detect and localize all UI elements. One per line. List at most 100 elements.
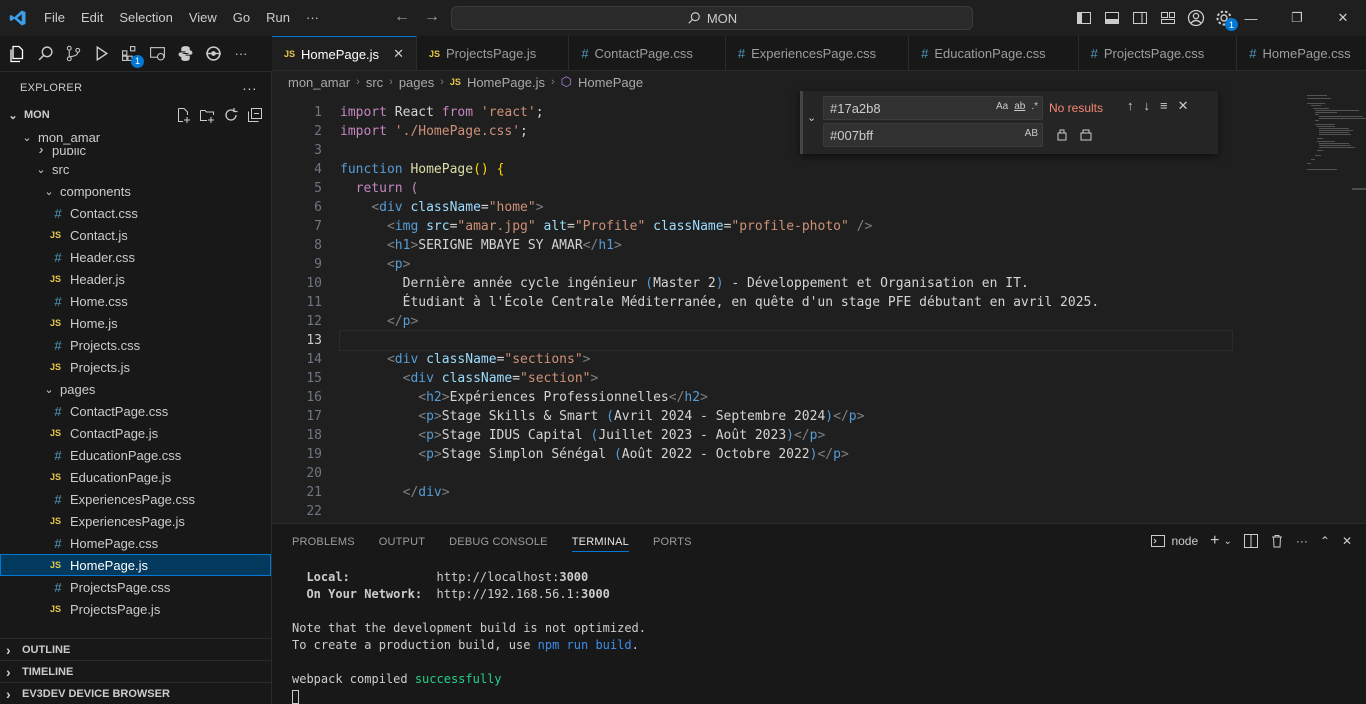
code-line[interactable]: function HomePage() { [340,160,1240,179]
close-find-icon[interactable]: ✕ [1178,98,1189,114]
editor-tab[interactable]: JS HomePage.js ✕ [272,36,417,70]
replace-input[interactable]: #007bff AB [823,123,1043,147]
replace-icon[interactable] [1055,127,1069,141]
find-input[interactable]: #17a2b8 Aa ab .* [823,96,1043,120]
close-tab-icon[interactable]: ✕ [393,46,404,62]
more-actions-icon[interactable]: ··· [1296,534,1308,548]
menu-item[interactable]: Selection [111,0,180,36]
code-line[interactable]: <div className="home"> [340,198,1240,217]
maximize-panel-icon[interactable]: ⌃ [1320,534,1330,548]
editor-tab[interactable]: JS ProjectsPage.js [417,36,570,70]
code-line[interactable] [340,464,1240,483]
panel-tab[interactable]: DEBUG CONSOLE [449,524,548,560]
extensions-icon[interactable]: 1 [118,43,144,68]
editor-tab[interactable]: # ProjectsPage.css [1079,36,1238,70]
new-folder-icon[interactable] [199,107,215,123]
file-item[interactable]: # Header.css [0,246,271,268]
breadcrumb-item[interactable]: pages [399,75,434,90]
run-debug-icon[interactable] [90,43,112,65]
code-editor[interactable]: 1 2 3 4 5 6 7 8 9 10 11 12 13 14 15 16 17 18 19 20 21 22 impo… [272,93,1366,523]
code-line[interactable] [339,330,1233,351]
folder-item[interactable]: ⌄ components [0,180,271,202]
find-in-selection-icon[interactable]: ≡ [1160,98,1168,114]
file-item[interactable]: # ExperiencesPage.css [0,488,271,510]
chevron-down-icon[interactable]: ⌄ [1223,536,1231,547]
breadcrumb-item[interactable]: HomePage.js [467,75,545,90]
new-file-icon[interactable] [175,107,191,123]
match-case-icon[interactable]: Aa [996,101,1008,112]
use-regex-icon[interactable]: .* [1031,101,1038,112]
editor-tab[interactable]: # HomePage.css [1237,36,1366,70]
breadcrumb-item[interactable]: HomePage [578,75,643,90]
split-terminal-icon[interactable] [1243,534,1258,548]
panel-tab[interactable]: PROBLEMS [292,524,355,560]
code-line[interactable]: Dernière année cycle ingénieur (Master 2… [340,274,1240,293]
code-line[interactable]: <h2>Expériences Professionnelles</h2> [340,388,1240,407]
file-item[interactable]: # Home.css [0,290,271,312]
file-item[interactable]: JS Contact.js [0,224,271,246]
close-panel-icon[interactable]: ✕ [1342,534,1352,548]
network-url[interactable]: http://192.168.56.1: [437,587,582,601]
code-line[interactable]: </p> [340,312,1240,331]
account-icon[interactable] [1186,8,1206,28]
menu-item[interactable]: ··· [298,0,327,36]
folder-item[interactable]: ⌄ pages [0,378,271,400]
minimap[interactable] [1242,93,1366,523]
file-item[interactable]: # ProjectsPage.css [0,576,271,598]
code-line[interactable]: Étudiant à l'École Centrale Méditerranée… [340,293,1240,312]
terminal-output[interactable]: Local: http://localhost:3000 On Your Net… [292,569,646,704]
folder-item[interactable]: ⌄ mon_amar [0,126,271,148]
editor-tab[interactable]: # ExperiencesPage.css [726,36,910,70]
panel-tab[interactable]: PORTS [653,524,692,560]
breadcrumb-item[interactable]: mon_amar [288,75,350,90]
close-window-icon[interactable]: ✕ [1320,0,1366,36]
explorer-icon[interactable] [6,43,28,65]
file-item[interactable]: JS ExperiencesPage.js [0,510,271,532]
sidebar-section[interactable]: › OUTLINE [0,638,271,660]
command-center[interactable]: MON [451,6,973,30]
file-item[interactable]: JS EducationPage.js [0,466,271,488]
file-item[interactable]: # ContactPage.css [0,400,271,422]
breadcrumb-item[interactable]: src [366,75,383,90]
previous-match-icon[interactable]: ↑ [1127,98,1134,114]
toggle-secondary-sidebar-icon[interactable] [1130,8,1150,28]
code-line[interactable]: <h1>SERIGNE MBAYE SY AMAR</h1> [340,236,1240,255]
code-line[interactable]: <p> [340,255,1240,274]
refresh-icon[interactable] [223,107,239,123]
toggle-panel-icon[interactable] [1102,8,1122,28]
menu-item[interactable]: File [36,0,73,36]
code-line[interactable]: <p>Stage Skills & Smart (Avril 2024 - Se… [340,407,1240,426]
shell-name[interactable]: node [1171,534,1198,548]
code-line[interactable]: <div className="sections"> [340,350,1240,369]
folder-item[interactable]: › public [0,148,271,158]
source-control-icon[interactable] [62,43,84,65]
menu-item[interactable]: View [181,0,225,36]
code-line[interactable]: <p>Stage IDUS Capital (Juillet 2023 - Ao… [340,426,1240,445]
workspace-root[interactable]: ⌄ MON [0,104,271,126]
file-item[interactable]: JS Header.js [0,268,271,290]
next-match-icon[interactable]: ↓ [1144,98,1151,114]
file-item[interactable]: # Contact.css [0,202,271,224]
file-item[interactable]: JS ProjectsPage.js [0,598,271,620]
menu-item[interactable]: Go [225,0,258,36]
remote-explorer-icon[interactable] [146,43,168,65]
sidebar-section[interactable]: › EV3DEV DEVICE BROWSER [0,682,271,704]
new-terminal-icon[interactable]: + [1210,532,1219,550]
code-line[interactable]: return ( [340,179,1240,198]
match-whole-word-icon[interactable]: ab [1014,101,1025,112]
code-line[interactable]: </div> [340,483,1240,502]
file-item[interactable]: JS ContactPage.js [0,422,271,444]
menu-item[interactable]: Run [258,0,298,36]
explorer-more-icon[interactable]: ··· [242,80,257,96]
sidebar-section[interactable]: › TIMELINE [0,660,271,682]
back-arrow-icon[interactable]: ← [394,8,410,26]
minimize-icon[interactable]: — [1228,0,1274,36]
collapse-all-icon[interactable] [247,107,263,123]
restore-icon[interactable]: ❐ [1274,0,1320,36]
code-line[interactable]: <div className="section"> [340,369,1240,388]
trash-icon[interactable] [1270,534,1284,548]
file-item[interactable]: JS Projects.js [0,356,271,378]
gitlens-icon[interactable] [202,43,224,65]
search-icon[interactable] [34,43,56,65]
file-item[interactable]: # HomePage.css [0,532,271,554]
